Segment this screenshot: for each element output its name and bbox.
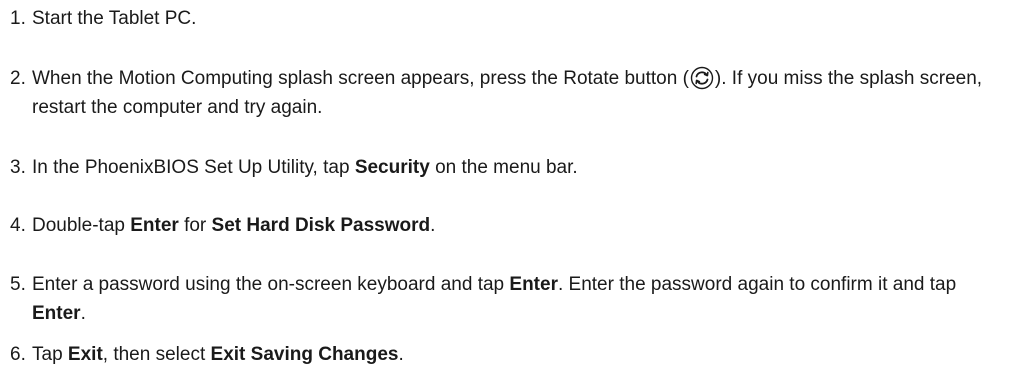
step-text: In the PhoenixBIOS Set Up Utility, tap S…: [32, 157, 578, 178]
bold-term: Enter: [130, 215, 179, 236]
step-number: 4.: [10, 215, 26, 236]
step-6: 6. Tap Exit, then select Exit Saving Cha…: [10, 340, 1015, 369]
step-number: 3.: [10, 157, 26, 178]
rotate-button-icon: [690, 66, 714, 90]
step-text: When the Motion Computing splash screen …: [32, 66, 983, 118]
step-number: 5.: [10, 274, 26, 295]
bold-term: Enter: [32, 303, 81, 324]
step-number: 6.: [10, 344, 26, 365]
step-number: 2.: [10, 68, 26, 89]
step-text: Start the Tablet PC.: [32, 8, 197, 29]
step-3: 3. In the PhoenixBIOS Set Up Utility, ta…: [10, 153, 1015, 182]
step-text: Enter a password using the on-screen key…: [32, 274, 957, 324]
step-1: 1. Start the Tablet PC.: [10, 4, 1015, 33]
bold-term: Security: [354, 157, 430, 178]
step-text: Double-tap Enter for Set Hard Disk Passw…: [32, 215, 436, 236]
bold-term: Enter: [509, 274, 558, 295]
bold-term: Exit Saving Changes: [210, 344, 399, 365]
bold-term: Set Hard Disk Password: [211, 215, 431, 236]
step-4: 4. Double-tap Enter for Set Hard Disk Pa…: [10, 211, 1015, 240]
bold-term: Exit: [67, 344, 103, 365]
step-5: 5. Enter a password using the on-screen …: [10, 270, 1015, 328]
step-2: 2. When the Motion Computing splash scre…: [10, 64, 1015, 122]
step-text: Tap Exit, then select Exit Saving Change…: [32, 344, 404, 365]
step-number: 1.: [10, 8, 26, 29]
